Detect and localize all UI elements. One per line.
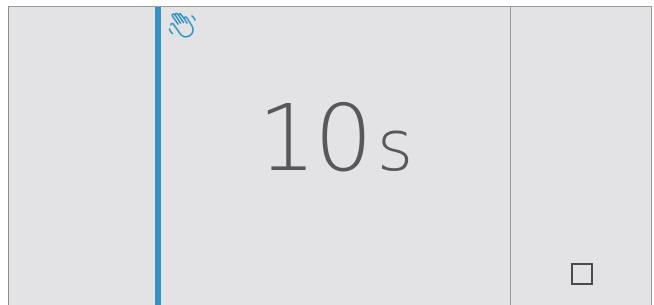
stop-button[interactable] bbox=[571, 263, 593, 285]
appliance-display: 10s bbox=[8, 6, 652, 305]
timer-unit: s bbox=[376, 105, 414, 187]
waving-hand-icon bbox=[168, 12, 196, 38]
right-panel bbox=[511, 7, 651, 305]
left-panel bbox=[9, 7, 155, 305]
timer-value: 10 bbox=[257, 85, 373, 192]
timer-panel: 10s bbox=[161, 7, 510, 305]
timer-readout: 10s bbox=[161, 93, 510, 185]
